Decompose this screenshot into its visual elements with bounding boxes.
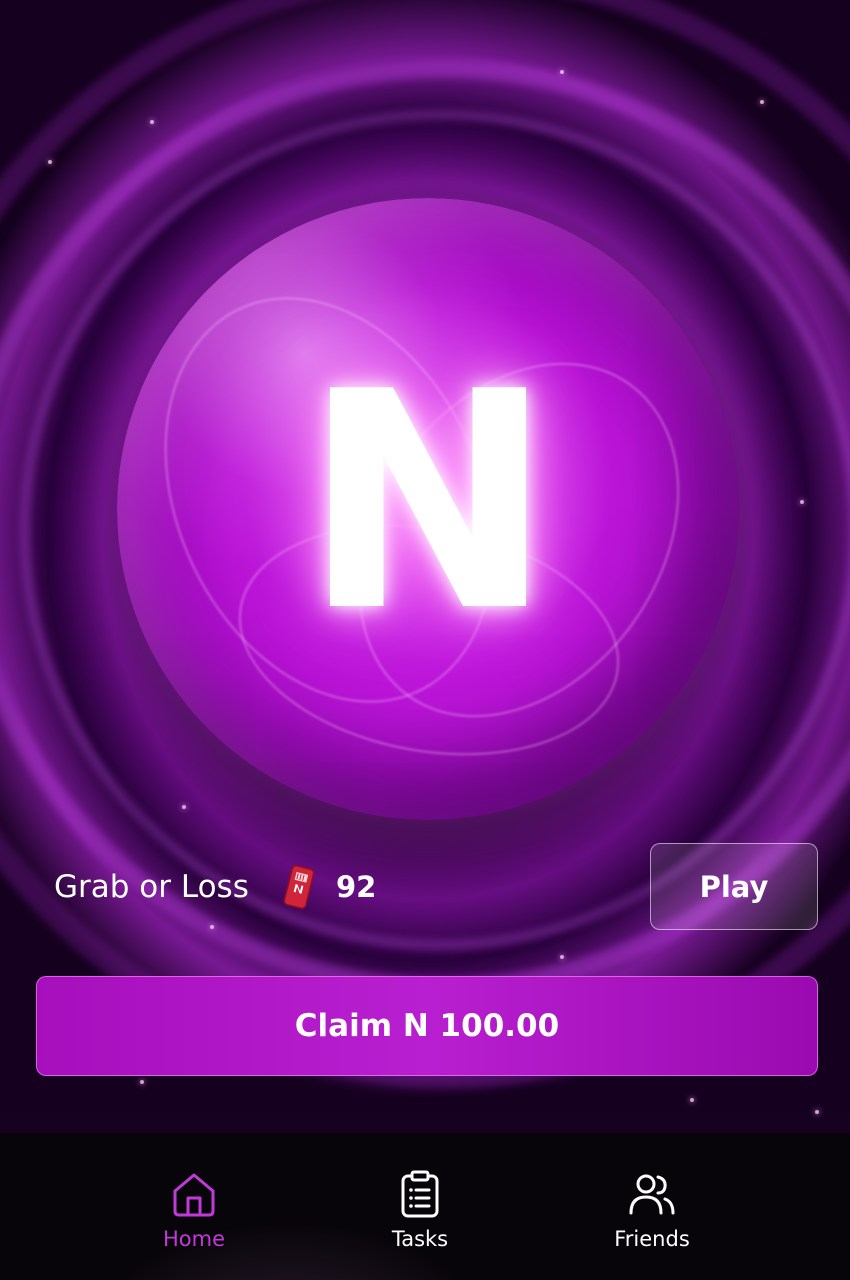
- play-button[interactable]: Play: [650, 843, 818, 930]
- nav-item-tasks[interactable]: Tasks: [340, 1133, 500, 1280]
- clipboard-icon: [401, 1170, 439, 1218]
- home-icon: [173, 1173, 215, 1217]
- nav-item-friends[interactable]: Friends: [572, 1133, 732, 1280]
- n-logo-orb: N: [101, 198, 746, 820]
- star-sparkle: [140, 1080, 144, 1084]
- star-sparkle: [690, 1098, 694, 1102]
- nav-label-home: Home: [162, 1227, 225, 1251]
- app-screen: N Grab or Loss 92 Play Claim N 100.00 Ho…: [0, 0, 850, 1280]
- star-sparkle: [48, 160, 52, 164]
- star-sparkle: [150, 120, 154, 124]
- star-sparkle: [560, 70, 564, 74]
- game-row: Grab or Loss 92 Play: [0, 843, 850, 931]
- star-sparkle: [560, 955, 564, 959]
- ticket-icon: [283, 865, 315, 909]
- nav-label-friends: Friends: [614, 1227, 690, 1251]
- game-title: Grab or Loss: [54, 869, 249, 905]
- star-sparkle: [815, 1110, 819, 1114]
- star-sparkle: [760, 100, 764, 104]
- nav-item-home[interactable]: Home: [114, 1133, 274, 1280]
- orb-letter: N: [302, 327, 554, 677]
- users-icon: [629, 1174, 675, 1215]
- star-sparkle: [800, 500, 804, 504]
- ticket-count: 92: [336, 870, 377, 904]
- nav-label-tasks: Tasks: [391, 1227, 449, 1251]
- claim-button[interactable]: Claim N 100.00: [36, 976, 818, 1076]
- bottom-nav: Home Tasks Friends: [0, 1133, 850, 1280]
